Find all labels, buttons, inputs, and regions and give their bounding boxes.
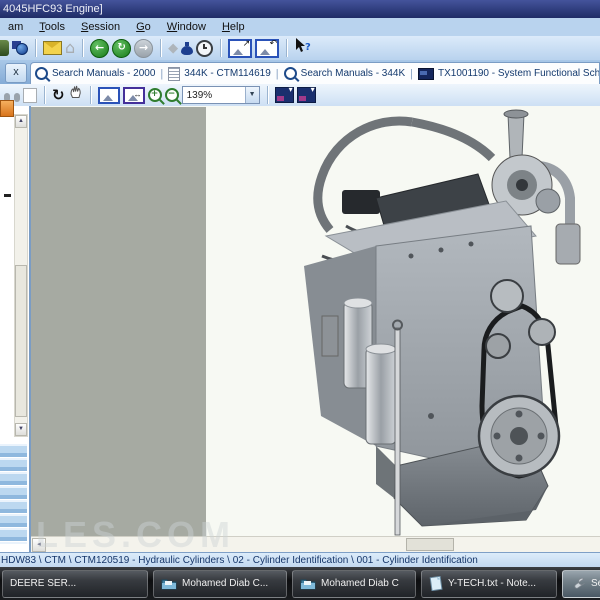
- search-icon: [283, 67, 297, 80]
- content-area: ▲ ▼ ◂: [0, 100, 600, 552]
- selected-tree-node[interactable]: [0, 100, 14, 117]
- status-bar: HDW83 \ CTM \ CTM120519 - Hydraulic Cyli…: [0, 552, 600, 567]
- mail-icon[interactable]: [43, 41, 62, 55]
- help-cursor-icon[interactable]: ?: [294, 37, 312, 59]
- zoom-level-combobox[interactable]: 139% ▼: [181, 86, 260, 104]
- collapsed-panel-buttons[interactable]: [0, 444, 27, 544]
- toolbar-separator: [220, 39, 222, 57]
- toolbar-separator: [35, 39, 36, 57]
- tab-separator: |: [160, 67, 164, 80]
- viewer-toolbar: ↻ ↔ + − 139% ▼: [0, 84, 600, 107]
- export-image-icon[interactable]: [274, 85, 294, 103]
- menu-item-session[interactable]: Session: [73, 19, 128, 35]
- history-icon[interactable]: ↻: [112, 38, 132, 58]
- fit-width-icon[interactable]: ↔: [122, 86, 145, 104]
- tab-search-manuals-344k[interactable]: Search Manuals - 344K: [283, 67, 406, 80]
- chevron-down-icon[interactable]: ▼: [244, 87, 259, 103]
- taskbar-button-label: Service ADVISOR ...: [591, 578, 600, 589]
- ink-icon[interactable]: [181, 41, 194, 55]
- fit-page-icon[interactable]: [97, 86, 120, 104]
- left-panel-vertical-scrollbar[interactable]: ▲ ▼: [14, 114, 28, 437]
- pan-hand-icon[interactable]: [68, 85, 83, 105]
- image-icon: [418, 67, 435, 80]
- document-viewer: ◂: [31, 106, 600, 552]
- tab-search-manuals-2000[interactable]: Search Manuals - 2000: [35, 67, 155, 80]
- folder-icon: [300, 579, 316, 590]
- toolbar-separator: [82, 39, 84, 57]
- back-icon[interactable]: ←: [90, 38, 110, 58]
- taskbar-button-service-advisor[interactable]: Service ADVISOR ...: [562, 569, 600, 598]
- blank-page-region: [31, 107, 206, 537]
- menu-item-go[interactable]: Go: [128, 19, 159, 35]
- home-icon[interactable]: ⌂: [65, 40, 75, 56]
- toolbar-separator: [286, 39, 288, 57]
- tab-344k-ctm114619[interactable]: 344K - CTM114619: [168, 66, 271, 81]
- image-prev-icon[interactable]: ↗: [228, 38, 253, 58]
- tree-item-fragment: [4, 194, 11, 197]
- taskbar-button-label: Mohamed Diab C: [321, 578, 399, 589]
- notepad-icon: [429, 576, 443, 591]
- engine-illustration-image: [304, 109, 581, 536]
- taskbar-button-folder-2[interactable]: Mohamed Diab C: [292, 569, 416, 598]
- thumbnails-icon[interactable]: [23, 87, 37, 103]
- scroll-left-icon[interactable]: ◂: [32, 538, 46, 552]
- taskbar-button-deere[interactable]: DEERE SER...: [2, 569, 148, 598]
- scrollbar-thumb[interactable]: [15, 265, 27, 417]
- tab-separator: |: [275, 67, 279, 80]
- zoom-level-value: 139%: [186, 89, 213, 101]
- tab-tx1001190-schematic[interactable]: TX1001190 - System Functional Schematic …: [418, 67, 600, 80]
- taskbar-button-folder-1[interactable]: Mohamed Diab C...: [153, 569, 287, 598]
- wrench-icon: [574, 577, 585, 589]
- menu-item-help[interactable]: Help: [214, 19, 253, 35]
- toolbar-separator: [44, 86, 45, 104]
- tab-label: Search Manuals - 344K: [300, 68, 406, 79]
- scrollbar-thumb[interactable]: [406, 538, 454, 551]
- window-title: 4045HFC93 Engine]: [3, 3, 103, 15]
- tab-label: TX1001190 - System Functional Schematic …: [438, 68, 600, 79]
- left-navigation-panel: ▲ ▼: [0, 100, 31, 552]
- folder-icon: [161, 579, 177, 590]
- taskbar: DEERE SER... Mohamed Diab C... Mohamed D…: [0, 567, 600, 600]
- image-next-icon[interactable]: ↶: [255, 38, 280, 58]
- menu-item-tools[interactable]: Tools: [31, 19, 73, 35]
- close-tab-button[interactable]: x: [5, 63, 27, 83]
- menu-item-truncated[interactable]: am: [0, 19, 31, 35]
- zoom-in-icon[interactable]: +: [147, 88, 162, 102]
- page-icon: [168, 66, 181, 81]
- scroll-up-icon[interactable]: ▲: [15, 115, 27, 128]
- taskbar-button-label: Y-TECH.txt - Note...: [448, 578, 536, 589]
- tab-label: 344K - CTM114619: [184, 68, 271, 79]
- session-icon[interactable]: [12, 41, 28, 55]
- tab-strip: Search Manuals - 2000 | 344K - CTM114619…: [30, 62, 600, 84]
- svg-text:?: ?: [305, 42, 311, 53]
- zoom-out-icon[interactable]: −: [164, 88, 179, 102]
- taskbar-button-label: DEERE SER...: [10, 578, 77, 589]
- horizontal-scrollbar[interactable]: ◂: [31, 536, 600, 552]
- bookmark-diamond-icon[interactable]: ◆: [168, 42, 178, 55]
- tab-separator: |: [410, 67, 414, 80]
- timer-icon[interactable]: [196, 39, 214, 57]
- tab-label: Search Manuals - 2000: [52, 68, 156, 79]
- print-image-icon[interactable]: [296, 85, 316, 103]
- tab-bar: x Search Manuals - 2000 | 344K - CTM1146…: [0, 60, 600, 84]
- menu-bar: am Tools Session Go Window Help: [0, 18, 600, 37]
- forward-icon[interactable]: →: [134, 38, 154, 58]
- toolbar-separator: [266, 86, 268, 104]
- taskbar-button-label: Mohamed Diab C...: [182, 578, 269, 589]
- search-icon: [35, 67, 48, 80]
- clipped-icon[interactable]: [0, 40, 9, 56]
- refresh-icon[interactable]: ↻: [52, 87, 65, 103]
- main-toolbar: ⌂ ← ↻ → ◆ ↗ ↶ ?: [0, 36, 600, 60]
- breadcrumb: HDW83 \ CTM \ CTM120519 - Hydraulic Cyli…: [1, 554, 478, 566]
- taskbar-button-ytech[interactable]: Y-TECH.txt - Note...: [421, 569, 557, 598]
- title-bar: 4045HFC93 Engine]: [0, 0, 600, 18]
- toolbar-separator: [89, 86, 91, 104]
- menu-item-window[interactable]: Window: [159, 19, 214, 35]
- scroll-down-icon[interactable]: ▼: [15, 423, 27, 436]
- toolbar-separator: [160, 39, 162, 57]
